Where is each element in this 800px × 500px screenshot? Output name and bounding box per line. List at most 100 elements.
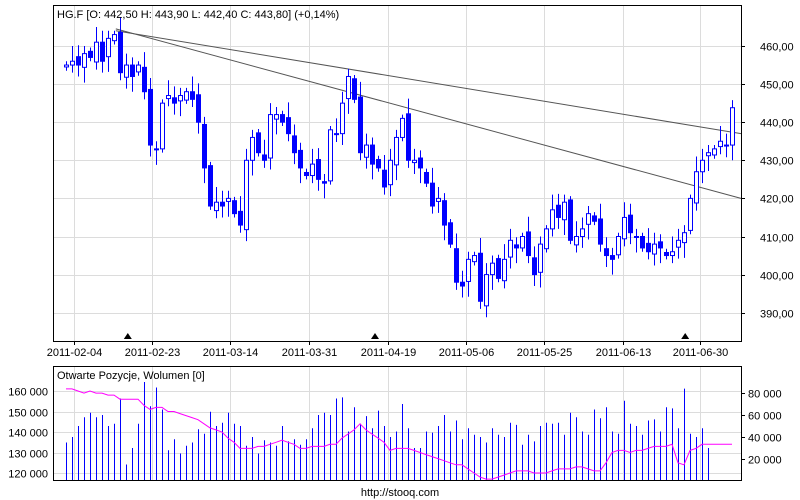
x-tick-label: 2011-02-04 bbox=[47, 347, 102, 359]
candle-body bbox=[142, 66, 147, 93]
candle-body bbox=[496, 258, 501, 279]
candle-body bbox=[466, 258, 471, 282]
y-tick-label: 430,00 bbox=[760, 156, 794, 168]
candle-body bbox=[106, 37, 111, 58]
y-tick-label: 450,00 bbox=[760, 80, 794, 92]
y-tick-label: 460,00 bbox=[760, 42, 794, 54]
x-tick-label: 2011-02-23 bbox=[125, 347, 180, 359]
price-axis: 390,00 400,00 410,00 420,00 430,00 440,00 450,… bbox=[741, 42, 794, 321]
candle-body bbox=[304, 171, 309, 177]
candle-body bbox=[568, 199, 573, 241]
candle-body bbox=[274, 114, 279, 120]
event-markers bbox=[123, 333, 690, 339]
candle-body bbox=[172, 97, 177, 104]
candle-body bbox=[646, 242, 651, 253]
candle-body bbox=[130, 64, 135, 77]
candle-body bbox=[478, 252, 483, 302]
candle-body bbox=[562, 201, 567, 221]
oi-tick-label: 160 000 bbox=[8, 387, 48, 399]
candle-body bbox=[598, 218, 603, 245]
candle-body bbox=[706, 152, 711, 157]
candle-body bbox=[244, 159, 249, 231]
candle-body bbox=[436, 197, 441, 202]
volume-tick-label: 40 000 bbox=[748, 433, 782, 445]
candle-body bbox=[364, 144, 369, 158]
x-tick-label: 2011-03-31 bbox=[282, 347, 337, 359]
candle-body bbox=[310, 163, 315, 177]
candle-body bbox=[508, 239, 513, 258]
candle-body bbox=[88, 50, 93, 58]
candle-body bbox=[196, 94, 201, 123]
x-tick-label: 2011-05-06 bbox=[439, 347, 494, 359]
y-tick-label: 390,00 bbox=[760, 309, 794, 321]
date-axis: 2011-02-04 2011-02-23 2011-03-14 2011-03-31… bbox=[47, 341, 728, 359]
candle-body bbox=[700, 159, 705, 173]
candle-body bbox=[184, 91, 189, 101]
x-tick-label: 2011-05-25 bbox=[517, 347, 572, 359]
candle-body bbox=[610, 255, 615, 260]
x-tick-label: 2011-06-13 bbox=[596, 347, 651, 359]
candle-body bbox=[514, 244, 519, 249]
y-tick-label: 420,00 bbox=[760, 194, 794, 206]
volume-axis: 20 000 40 000 60 000 80 000 bbox=[741, 389, 782, 467]
volume-tick-label: 80 000 bbox=[748, 389, 782, 401]
candle-body bbox=[178, 95, 183, 102]
candle-body bbox=[316, 159, 321, 180]
candle-body bbox=[226, 197, 231, 202]
candle-body bbox=[424, 171, 429, 184]
candle-body bbox=[460, 281, 465, 287]
volume-grid bbox=[54, 367, 741, 480]
candle-body bbox=[70, 60, 75, 66]
candle-body bbox=[628, 214, 633, 234]
candle-body bbox=[124, 64, 129, 78]
y-tick-label: 400,00 bbox=[760, 271, 794, 283]
candle-body bbox=[694, 171, 699, 204]
candle-body bbox=[82, 53, 87, 68]
candle-body bbox=[190, 91, 195, 100]
candle-body bbox=[136, 64, 141, 73]
oi-tick-label: 150 000 bbox=[8, 408, 48, 420]
candle-body bbox=[322, 181, 327, 184]
candle-body bbox=[634, 236, 639, 238]
open-interest-axis: 120 000 130 000 140 000 150 000 160 000 bbox=[8, 387, 48, 481]
candle-body bbox=[334, 133, 339, 136]
candle-body bbox=[214, 201, 219, 212]
volume-tick-label: 20 000 bbox=[748, 455, 782, 467]
candle-body bbox=[712, 148, 717, 156]
candle-body bbox=[574, 236, 579, 246]
candle-body bbox=[502, 258, 507, 282]
candle-body bbox=[262, 154, 267, 161]
candle-body bbox=[556, 204, 561, 218]
candle-body bbox=[358, 96, 363, 154]
candle-body bbox=[586, 213, 591, 225]
oi-tick-label: 140 000 bbox=[8, 428, 48, 440]
candle-body bbox=[538, 243, 543, 273]
candle-body bbox=[604, 248, 609, 257]
footer-link[interactable]: http://stooq.com bbox=[361, 487, 439, 499]
candle-body bbox=[64, 64, 69, 68]
candles[interactable] bbox=[64, 17, 735, 318]
candle-body bbox=[418, 157, 423, 169]
price-title: HG.F [O: 442,50 H: 443,90 L: 442,40 C: 4… bbox=[57, 9, 339, 21]
candle-body bbox=[346, 75, 351, 100]
candle-body bbox=[688, 197, 693, 231]
candle-body bbox=[94, 41, 99, 63]
y-tick-label: 410,00 bbox=[760, 233, 794, 245]
candle-body bbox=[718, 140, 723, 148]
x-tick-label: 2011-03-14 bbox=[203, 347, 258, 359]
candle-body bbox=[112, 34, 117, 42]
candle-body bbox=[148, 88, 153, 146]
candle-body bbox=[550, 209, 555, 230]
candle-body bbox=[472, 255, 477, 263]
candle-body bbox=[286, 117, 291, 135]
candle-body bbox=[220, 201, 225, 207]
price-panel-border bbox=[53, 5, 742, 342]
candle-body bbox=[202, 123, 207, 169]
candle-body bbox=[520, 236, 525, 249]
volume-bars bbox=[66, 382, 709, 480]
candle-body bbox=[208, 165, 213, 207]
candle-body bbox=[256, 132, 261, 154]
chart-canvas: HG.F [O: 442,50 H: 443,90 L: 442,40 C: 4… bbox=[8, 5, 794, 499]
candle-body bbox=[526, 231, 531, 257]
candle-body bbox=[430, 182, 435, 207]
